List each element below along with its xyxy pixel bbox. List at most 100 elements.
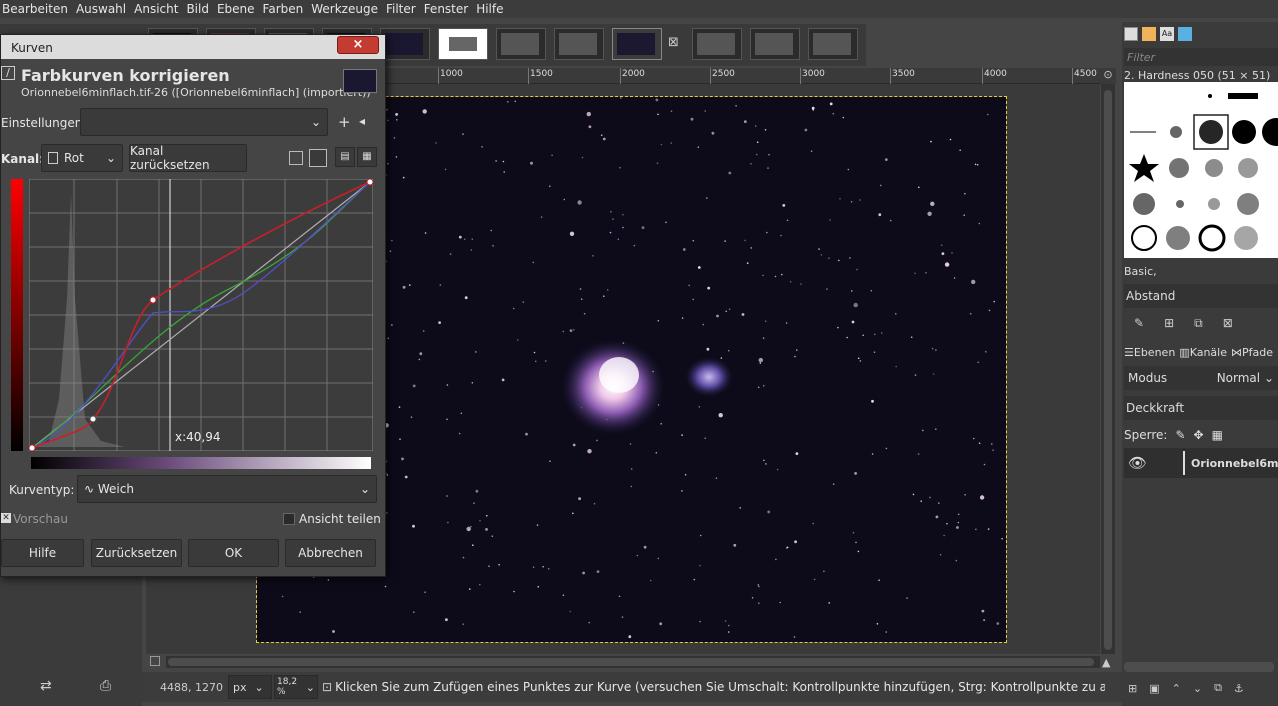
graph-mode-alt-icon[interactable]: ▦ xyxy=(357,147,377,167)
lock-pixels-icon[interactable]: ✎ xyxy=(1175,428,1185,442)
menu-bild[interactable]: Bild xyxy=(184,2,215,16)
delete-brush-icon[interactable]: ⊠ xyxy=(1223,316,1233,330)
log-histogram-icon[interactable] xyxy=(309,149,327,167)
preview-checkbox[interactable]: ✕ xyxy=(1,513,11,523)
lock-alpha-icon[interactable]: ▦ xyxy=(1212,428,1223,442)
opacity-slider[interactable]: Deckkraft xyxy=(1124,396,1278,420)
lock-position-icon[interactable]: ✥ xyxy=(1194,428,1204,442)
horizontal-ruler[interactable]: 1000 1500 2000 2500 3000 3500 4000 4500 xyxy=(386,68,1100,84)
menu-fenster[interactable]: Fenster xyxy=(422,2,475,16)
help-button[interactable]: Hilfe xyxy=(1,539,84,567)
star xyxy=(755,153,758,156)
unit-value: px xyxy=(233,680,247,694)
image-tab[interactable] xyxy=(808,28,858,60)
menu-bearbeiten[interactable]: Bearbeiten xyxy=(0,2,74,16)
control-point[interactable] xyxy=(29,444,36,451)
image-tab[interactable] xyxy=(380,28,430,60)
menu-ebene[interactable]: Ebene xyxy=(215,2,261,16)
menu-werkzeuge[interactable]: Werkzeuge xyxy=(309,2,384,16)
image-tab-active[interactable] xyxy=(612,28,662,60)
tab-ebenen[interactable]: ☰Ebenen xyxy=(1124,346,1175,359)
menu-auswahl[interactable]: Auswahl xyxy=(74,2,132,16)
reset-button[interactable]: Zurücksetzen xyxy=(91,539,182,567)
tab-pfade[interactable]: ⋈Pfade xyxy=(1231,346,1273,359)
documents-tab-icon[interactable] xyxy=(1178,27,1192,41)
menu-hilfe[interactable]: Hilfe xyxy=(474,2,509,16)
brushes-tab-icon[interactable] xyxy=(1124,27,1138,41)
star xyxy=(534,360,537,363)
layer-mode-select[interactable]: Modus Normal ⌄ xyxy=(1124,366,1278,390)
star xyxy=(569,231,575,236)
menu-filter[interactable]: Filter xyxy=(384,2,422,16)
unit-select[interactable]: px ⌄ xyxy=(228,675,272,699)
star xyxy=(716,314,719,318)
duplicate-layer-icon[interactable]: ⧉ xyxy=(1214,681,1222,695)
preset-menu-icon[interactable]: ◂ xyxy=(359,114,365,128)
ok-button[interactable]: OK xyxy=(188,539,279,567)
edit-brush-icon[interactable]: ✎ xyxy=(1134,316,1144,330)
add-preset-icon[interactable]: + xyxy=(338,113,351,131)
control-point[interactable] xyxy=(149,296,157,304)
image-tab[interactable] xyxy=(750,28,800,60)
layer-row[interactable]: 👁 Orionnebel6minflach xyxy=(1124,448,1278,478)
zoom-navigate-icon[interactable]: ⊙ xyxy=(1100,68,1116,84)
zoom-select[interactable]: 18,2 % ⌄ xyxy=(274,675,318,699)
patterns-tab-icon[interactable] xyxy=(1142,27,1156,41)
horizontal-scrollbar[interactable] xyxy=(166,656,1100,668)
lower-layer-icon[interactable]: ⌄ xyxy=(1193,682,1202,695)
star xyxy=(404,475,408,479)
control-point[interactable] xyxy=(366,179,373,186)
close-tab-icon[interactable]: ⊠ xyxy=(668,35,679,50)
star xyxy=(699,534,702,537)
raise-layer-icon[interactable]: ⌃ xyxy=(1172,682,1181,695)
brush-tags[interactable]: Basic, xyxy=(1124,264,1278,278)
star xyxy=(399,438,401,441)
new-brush-icon[interactable]: ⊞ xyxy=(1164,316,1174,330)
vertical-scrollbar[interactable] xyxy=(1101,84,1115,654)
printer-icon[interactable]: ⎙ xyxy=(100,678,111,694)
control-point[interactable] xyxy=(89,415,97,423)
reset-channel-button[interactable]: Kanal zurücksetzen xyxy=(129,144,247,172)
curves-graph[interactable]: x:40,94 xyxy=(29,179,373,451)
star xyxy=(975,528,977,531)
star xyxy=(832,112,835,115)
image-tab[interactable] xyxy=(692,28,742,60)
anchor-layer-icon[interactable]: ⚓ xyxy=(1234,682,1244,695)
dialog-titlebar[interactable]: Kurven × xyxy=(1,35,385,59)
settings-combo[interactable]: ⌄ xyxy=(80,108,328,136)
star xyxy=(751,597,754,599)
star xyxy=(707,286,711,290)
new-group-icon[interactable]: ▣ xyxy=(1149,682,1159,695)
star xyxy=(725,310,727,313)
menu-farben[interactable]: Farben xyxy=(261,2,310,16)
menu-ansicht[interactable]: Ansicht xyxy=(132,2,184,16)
ruler-label: 4000 xyxy=(984,69,1007,79)
fonts-tab-icon[interactable]: Aa xyxy=(1160,27,1174,41)
duplicate-brush-icon[interactable]: ⧉ xyxy=(1194,316,1203,331)
star xyxy=(940,244,943,246)
brush-filter-input[interactable]: Filter xyxy=(1124,48,1278,66)
graph-mode-icon[interactable]: ▤ xyxy=(335,147,355,167)
star xyxy=(750,247,752,249)
image-tab[interactable] xyxy=(496,28,546,60)
spacing-slider[interactable]: Abstand xyxy=(1124,284,1278,308)
tab-kanaele[interactable]: ▥Kanäle xyxy=(1179,346,1227,359)
curve-type-combo[interactable]: ∿ Weich ⌄ xyxy=(77,475,377,503)
swap-icon[interactable]: ⇄ xyxy=(40,678,52,694)
close-button[interactable]: × xyxy=(337,36,379,54)
linear-histogram-icon[interactable] xyxy=(289,151,303,165)
layers-scrollbar[interactable] xyxy=(1124,662,1274,672)
image-tab[interactable] xyxy=(438,28,488,60)
split-view-checkbox[interactable] xyxy=(283,513,295,525)
navigate-arrow-icon[interactable]: ▲ xyxy=(1102,656,1110,669)
image-tab[interactable] xyxy=(554,28,604,60)
star xyxy=(756,141,759,143)
cancel-button[interactable]: Abbrechen xyxy=(285,539,376,567)
brush-grid[interactable] xyxy=(1124,82,1278,258)
visibility-eye-icon[interactable]: 👁 xyxy=(1124,454,1147,472)
brush-actions: ✎ ⊞ ⧉ ⊠ xyxy=(1124,314,1278,332)
new-layer-icon[interactable]: ⊞ xyxy=(1128,682,1137,695)
star xyxy=(588,621,590,624)
quick-mask-icon[interactable] xyxy=(150,656,160,666)
channel-combo[interactable]: Rot ⌄ xyxy=(41,144,123,172)
